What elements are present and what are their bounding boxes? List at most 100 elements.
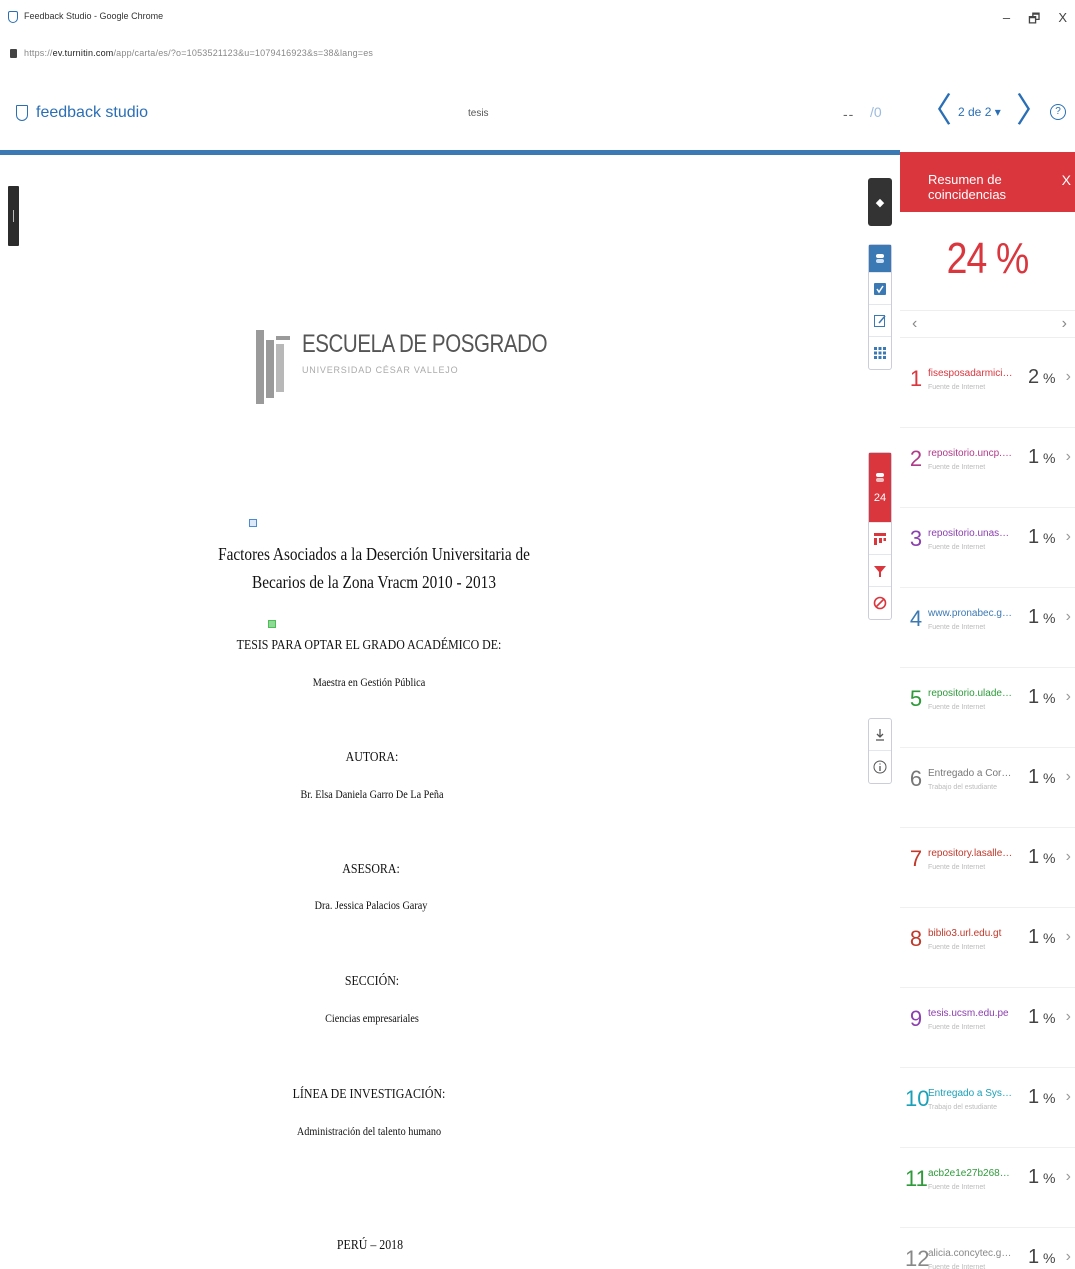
match-source-type: Fuente de Internet — [928, 1184, 986, 1191]
match-row[interactable]: 10Entregado a Systems L... Trabajo del es… — [900, 1068, 1075, 1148]
logo-subtitle: UNIVERSIDAD CÉSAR VALLEJO — [302, 365, 459, 375]
instructor-toolbar-header[interactable] — [869, 245, 891, 273]
next-page-button[interactable]: 〉 — [1016, 94, 1050, 128]
chevron-right-icon[interactable]: › — [1066, 608, 1071, 626]
match-source[interactable]: Entregado a Systems L... — [928, 1088, 1014, 1099]
match-percent: 1 % — [1028, 1166, 1056, 1188]
brand-logo[interactable]: feedback studio — [16, 104, 148, 122]
match-source[interactable]: repositorio.uncp.edu.pe — [928, 448, 1014, 459]
favicon-icon — [8, 11, 18, 23]
match-source[interactable]: www.pronabec.gob.pe — [928, 608, 1014, 619]
utility-toolbar — [868, 718, 892, 784]
close-window-button[interactable]: X — [1058, 10, 1067, 32]
match-source-type: Fuente de Internet — [928, 1024, 986, 1031]
match-row[interactable]: 1 fisesposadarmiciones... Fuente de Intern… — [900, 348, 1075, 428]
layers-button[interactable]: ◆ — [868, 178, 892, 226]
layers-icon: ◆ — [875, 196, 885, 209]
url-text[interactable]: https://ev.turnitin.com/app/carta/es/?o=… — [24, 48, 373, 58]
restore-button[interactable]: 🗗 — [1028, 10, 1040, 32]
side-panel-handle[interactable] — [8, 186, 19, 246]
chevron-right-icon[interactable]: › — [1066, 1248, 1071, 1266]
thesis-title: Factores Asociados a la Deserción Univer… — [218, 544, 530, 592]
match-percent: 1 % — [1028, 846, 1056, 868]
similarity-toolbar-header[interactable]: 24 — [869, 453, 891, 523]
chevron-right-icon[interactable]: › — [1066, 1168, 1071, 1186]
similarity-score: 24 % — [946, 234, 1030, 283]
submission-info-button[interactable] — [869, 751, 891, 783]
match-source-type: Fuente de Internet — [928, 464, 986, 471]
lock-icon — [10, 49, 17, 58]
close-panel-button[interactable]: X — [1062, 172, 1071, 188]
chevron-right-icon[interactable]: › — [1066, 448, 1071, 466]
match-source[interactable]: fisesposadarmiciones... — [928, 368, 1014, 379]
match-row[interactable]: 12alicia.concytec.gob.pe Fuente de Intern… — [900, 1228, 1075, 1269]
match-row[interactable]: 3 repositorio.unasam.ed... Fuente de Inter… — [900, 508, 1075, 588]
chevron-right-icon[interactable]: › — [1066, 768, 1071, 786]
grade-value[interactable]: -- — [843, 106, 854, 122]
match-percent: 1 % — [1028, 686, 1056, 708]
match-source-type: Trabajo del estudiante — [928, 784, 998, 791]
checkmark-icon — [874, 282, 886, 295]
exclude-sources-button[interactable] — [869, 587, 891, 619]
match-source-type: Fuente de Internet — [928, 624, 986, 631]
match-marker-icon[interactable] — [268, 620, 276, 628]
feedback-summary-button[interactable] — [869, 305, 891, 337]
match-percent: 1 % — [1028, 1246, 1056, 1268]
download-button[interactable] — [869, 719, 891, 751]
match-row[interactable]: 6 Entregado a Corporaci... Trabajo del est… — [900, 748, 1075, 828]
match-source[interactable]: repository.lasalle.edu.co — [928, 848, 1014, 859]
chevron-right-icon[interactable]: › — [1066, 1088, 1071, 1106]
filter-button[interactable] — [869, 555, 891, 587]
research-line: Administración del talento humano — [296, 1124, 442, 1138]
quickmark-button[interactable] — [869, 273, 891, 305]
advisor-heading: ASESORA: — [342, 862, 400, 877]
match-row[interactable]: 4 www.pronabec.gob.pe Fuente de Internet 1 … — [900, 588, 1075, 668]
match-source[interactable]: acb2e1e27b268cc99 y... — [928, 1168, 1014, 1179]
match-source[interactable]: Entregado a Corporaci... — [928, 768, 1014, 779]
similarity-toolbar: 24 — [868, 452, 892, 620]
research-heading: LÍNEA DE INVESTIGACIÓN: — [292, 1087, 446, 1102]
edit-icon — [874, 314, 886, 327]
author-name: Br. Elsa Daniela Garro De La Peña — [300, 787, 444, 801]
match-row[interactable]: 8 biblio3.url.edu.gt Fuente de Internet 1 %… — [900, 908, 1075, 988]
minimize-button[interactable]: – — [1003, 10, 1010, 32]
match-source[interactable]: tesis.ucsm.edu.pe — [928, 1008, 1014, 1019]
chevron-right-icon[interactable]: › — [1066, 368, 1071, 386]
match-row[interactable]: 9 tesis.ucsm.edu.pe Fuente de Internet 1 % › — [900, 988, 1075, 1068]
chevron-right-icon[interactable]: › — [1066, 848, 1071, 866]
match-list: 1 fisesposadarmiciones... Fuente de Intern… — [900, 348, 1075, 1269]
match-number: 10 — [905, 1086, 930, 1111]
chevron-right-icon[interactable]: › — [1066, 928, 1071, 946]
degree-heading: TESIS PARA OPTAR EL GRADO ACADÉMICO DE: — [236, 638, 502, 653]
address-bar[interactable]: https://ev.turnitin.com/app/carta/es/?o=… — [0, 44, 1075, 68]
match-number: 4 — [909, 606, 923, 631]
match-row[interactable]: 5 repositorio.uladech.ed... Fuente de Inte… — [900, 668, 1075, 748]
page-selector[interactable]: 2 de 2 ▾ — [958, 105, 1001, 119]
prev-page-button[interactable]: 〈 — [918, 94, 952, 128]
degree-name: Maestra en Gestión Pública — [312, 675, 426, 689]
help-button[interactable]: ? — [1050, 104, 1066, 120]
match-source[interactable]: biblio3.url.edu.gt — [928, 928, 1014, 939]
match-percent: 1 % — [1028, 606, 1056, 628]
match-row[interactable]: 2 repositorio.uncp.edu.pe Fuente de Intern… — [900, 428, 1075, 508]
match-source[interactable]: repositorio.unasam.ed... — [928, 528, 1014, 539]
rubric-button[interactable] — [869, 337, 891, 369]
match-number: 5 — [909, 686, 923, 711]
instructor-toolbar — [868, 244, 892, 370]
match-overview-button[interactable] — [869, 523, 891, 555]
match-number: 7 — [909, 846, 923, 871]
chevron-right-icon[interactable]: › — [1066, 1008, 1071, 1026]
chevron-right-icon[interactable]: › — [1066, 528, 1071, 546]
stack-icon — [876, 253, 884, 263]
match-number: 6 — [909, 766, 923, 791]
comment-marker-icon[interactable] — [249, 519, 257, 527]
match-source[interactable]: alicia.concytec.gob.pe — [928, 1248, 1014, 1259]
prev-match-button[interactable]: ‹ — [912, 315, 917, 333]
match-source[interactable]: repositorio.uladech.ed... — [928, 688, 1014, 699]
chevron-right-icon[interactable]: › — [1066, 688, 1071, 706]
match-row[interactable]: 7 repository.lasalle.edu.co Fuente de Inte… — [900, 828, 1075, 908]
document-title: tesis — [468, 108, 489, 119]
match-row[interactable]: 11acb2e1e27b268cc99 y... Fuente de Intern… — [900, 1148, 1075, 1228]
panel-title: Resumen de coincidencias — [928, 172, 1007, 202]
next-match-button[interactable]: › — [1062, 315, 1067, 333]
